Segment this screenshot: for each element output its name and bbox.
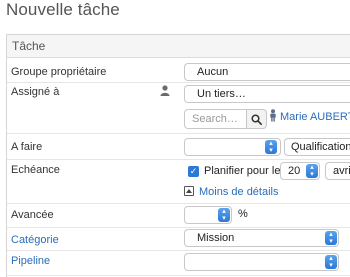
pipeline-label[interactable]: Pipeline <box>11 255 50 267</box>
percent-unit: % <box>238 208 248 220</box>
task-panel: Tâche Groupe propriétaire Aucun Assigné … <box>6 34 350 277</box>
row-divider <box>7 82 350 83</box>
planifier-checkbox[interactable]: ✓ <box>188 166 199 177</box>
planifier-label: Planifier pour le <box>204 165 281 177</box>
user-icon <box>270 109 276 122</box>
chevron-up-down-icon: ▴ ▾ <box>218 208 230 222</box>
assigned-user-link[interactable]: Marie AUBERT <box>280 111 350 123</box>
categorie-select[interactable]: Mission <box>184 229 339 247</box>
assigne-select-value: Un tiers… <box>197 88 246 100</box>
categorie-label[interactable]: Catégorie <box>11 234 59 246</box>
month-value: avri <box>333 165 350 177</box>
a-faire-detail-value: Qualification c <box>291 141 350 153</box>
a-faire-detail-select[interactable]: Qualification c <box>284 138 350 156</box>
chevron-up-down-icon: ▴ ▾ <box>265 140 277 154</box>
a-faire-label: A faire <box>11 141 43 153</box>
avancee-label: Avancée <box>11 209 54 221</box>
row-divider <box>7 227 350 228</box>
pipeline-select[interactable] <box>184 253 339 271</box>
row-divider <box>7 159 350 160</box>
moins-details-link[interactable]: Moins de détails <box>199 186 279 198</box>
panel-header: Tâche <box>7 35 350 58</box>
groupe-label: Groupe propriétaire <box>11 66 107 78</box>
assigne-select[interactable]: Un tiers… <box>184 85 350 103</box>
search-button[interactable] <box>247 109 267 129</box>
echeance-label: Echéance <box>11 164 60 176</box>
row-divider <box>7 203 350 204</box>
magnifier-icon <box>251 114 262 125</box>
day-value: 20 <box>288 165 301 177</box>
collapse-square-icon[interactable] <box>184 186 194 196</box>
groupe-select-value: Aucun <box>197 66 229 78</box>
chevron-up-down-icon: ▴ ▾ <box>325 255 337 269</box>
row-divider <box>7 250 350 251</box>
month-select[interactable]: avri <box>325 162 350 180</box>
assigne-label: Assigné à <box>11 86 60 98</box>
search-placeholder: Search… <box>192 113 238 125</box>
row-divider <box>7 133 350 134</box>
page-title: Nouvelle tâche <box>6 0 120 19</box>
assigne-search-input[interactable]: Search… <box>184 109 247 129</box>
chevron-up-down-icon: ▴ ▾ <box>306 164 318 178</box>
categorie-value: Mission <box>197 232 235 244</box>
chevron-up-down-icon: ▴ ▾ <box>325 231 337 245</box>
person-silhouette-icon <box>160 85 170 96</box>
groupe-select[interactable]: Aucun <box>184 63 350 81</box>
